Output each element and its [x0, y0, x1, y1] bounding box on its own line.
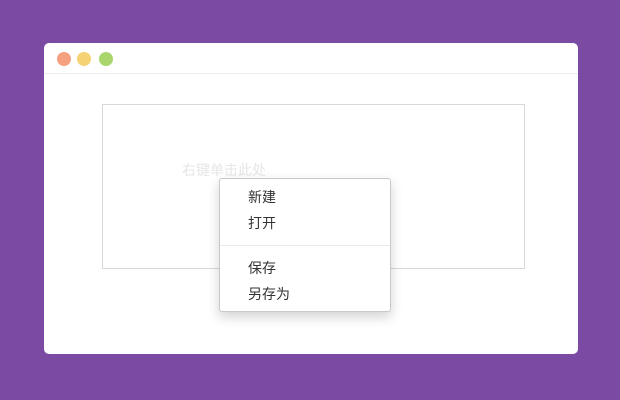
menu-item-new[interactable]: 新建 [220, 185, 390, 211]
right-click-hint: 右键单击此处 [182, 163, 266, 179]
maximize-window-button[interactable] [99, 52, 113, 66]
menu-item-open[interactable]: 打开 [220, 211, 390, 237]
close-window-button[interactable] [57, 52, 71, 66]
app-window: 右键单击此处 新建 打开 保存 另存为 [44, 43, 578, 354]
context-menu: 新建 打开 保存 另存为 [219, 178, 391, 312]
menu-divider [220, 245, 390, 246]
title-bar [44, 43, 578, 74]
minimize-window-button[interactable] [77, 52, 91, 66]
menu-item-save[interactable]: 保存 [220, 256, 390, 282]
menu-item-save-as[interactable]: 另存为 [220, 282, 390, 308]
